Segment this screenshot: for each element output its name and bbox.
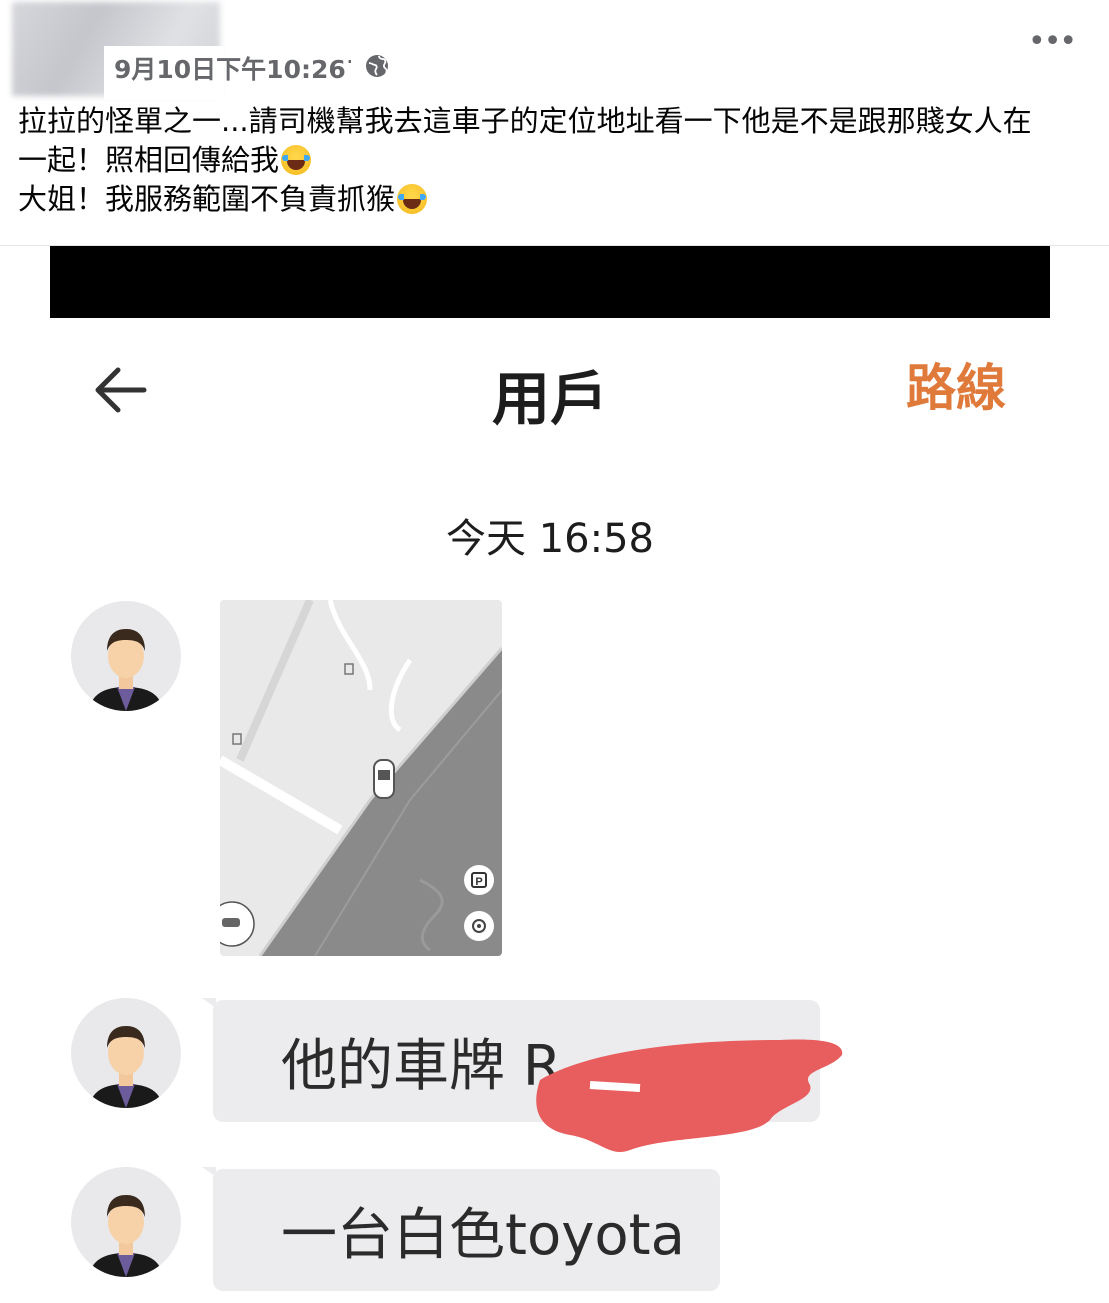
message-bubble[interactable]: 一台白色toyota xyxy=(213,1169,720,1291)
meta-separator: · xyxy=(346,48,354,76)
chat-timestamp: 今天 16:58 xyxy=(446,516,654,562)
user-avatar-icon xyxy=(89,1026,163,1108)
user-avatar-icon xyxy=(89,1195,163,1277)
parking-icon[interactable]: P xyxy=(464,865,494,895)
message-text: 他的車牌 R xyxy=(281,1033,562,1099)
post-timestamp[interactable]: 9月10日下午10:26 xyxy=(114,50,346,86)
locate-icon[interactable] xyxy=(464,911,494,941)
user-avatar[interactable] xyxy=(71,998,181,1108)
user-avatar-icon xyxy=(89,629,163,711)
censor-bar xyxy=(50,246,1050,318)
post-text-line-3-wrap: 大姐！我服務範圍不負責抓猴 xyxy=(18,180,1098,219)
post-body: 拉拉的怪單之一...請司機幫我去這車子的定位地址看一下他是不是跟那賤女人在 一起… xyxy=(18,102,1098,219)
post-text-line-2-wrap: 一起！照相回傳給我 xyxy=(18,141,1098,180)
car-icon xyxy=(373,759,395,799)
message-text: 一台白色toyota xyxy=(281,1202,685,1268)
more-options-icon[interactable]: ••• xyxy=(1028,27,1077,57)
laughing-crying-emoji-icon xyxy=(397,184,428,214)
user-avatar[interactable] xyxy=(71,601,181,711)
post-header: 9月10日下午10:26 · ••• 拉拉的怪單之一...請司機幫我去這車子的定… xyxy=(0,0,1109,246)
redaction-scribble xyxy=(536,1039,843,1153)
parking-label: P xyxy=(475,876,482,888)
laughing-crying-emoji-icon xyxy=(281,145,312,175)
route-button[interactable]: 路線 xyxy=(906,348,1006,420)
post-text-line-1: 拉拉的怪單之一...請司機幫我去這車子的定位地址看一下他是不是跟那賤女人在 xyxy=(18,104,1032,138)
location-map-message[interactable]: P xyxy=(220,600,502,956)
post-text-line-2: 一起！照相回傳給我 xyxy=(18,143,280,177)
user-avatar[interactable] xyxy=(71,1167,181,1277)
globe-icon xyxy=(366,55,388,77)
post-text-line-3: 大姐！我服務範圍不負責抓猴 xyxy=(18,182,396,216)
